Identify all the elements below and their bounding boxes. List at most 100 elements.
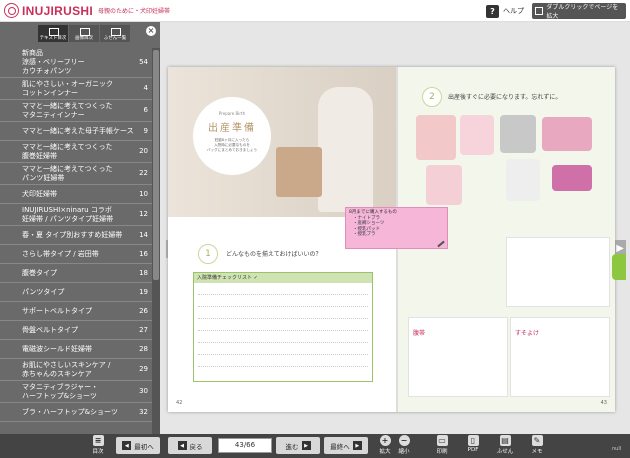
step-number-2: 2: [422, 87, 442, 107]
maternity-clothes-image: [416, 115, 606, 210]
last-label: 最終へ: [330, 442, 350, 451]
sticky-note[interactable]: 8月までに購入するもの ・ナイトブラ ・産褥ショーツ ・授乳パッド ・授乳ブラ: [345, 207, 448, 249]
toc-item-label: 肌にやさしい・オーガニック コットンインナー: [22, 79, 113, 97]
toc-item-page: 9: [143, 126, 148, 135]
sidebar-scrollbar[interactable]: [152, 48, 160, 434]
toc-item[interactable]: 春・夏 タイプ別おすすめ妊婦帯 14: [0, 226, 152, 245]
corner-text: null: [612, 446, 622, 452]
close-sidebar-icon[interactable]: ×: [146, 26, 156, 36]
toc-item[interactable]: さらし帯タイプ / 岩田帯 16: [0, 245, 152, 264]
first-label: 最初へ: [134, 442, 154, 451]
toc-item[interactable]: 犬印妊婦帯 10: [0, 185, 152, 204]
toc-item-label: ママと一緒に考えた母子手帳ケース: [22, 126, 134, 135]
tab-text-toc[interactable]: テキスト目次: [38, 25, 68, 42]
first-page-button[interactable]: ◀ 最初へ: [116, 437, 160, 454]
step-question-2: 出産後すぐに必要になります。忘れずに。: [448, 94, 562, 101]
toc-item-label: INUJIRUSHI×ninaru コラボ 妊婦帯 / パンツタイプ妊婦帯: [22, 205, 114, 223]
forward-arrow-icon: ▶: [301, 441, 311, 450]
first-page-icon: ◀: [122, 441, 132, 450]
checklist-title: 入院準備チェックリスト ✓: [194, 273, 372, 283]
toc-item[interactable]: ブラ・ハーフトップ&ショーツ 32: [0, 403, 152, 422]
product-label-haraobi: 腹帯: [413, 330, 426, 337]
book-viewer: ◀ ▶ Prepare Birth 出産準備 妊娠8ヶ月に入ったら 入院時に必要…: [160, 22, 630, 434]
last-page-button[interactable]: 最終へ ▶: [324, 437, 368, 454]
toc-item-label: さらし帯タイプ / 岩田帯: [22, 249, 99, 258]
toc-button[interactable]: ≡ 目次: [88, 435, 108, 457]
brand-logo: INUJIRUSHI: [4, 3, 93, 18]
toc-item-page: 14: [139, 230, 148, 239]
zoom-in-button[interactable]: + 拡大: [377, 435, 393, 457]
toc-item-page: 27: [139, 325, 148, 334]
sticky-label: ふせん: [496, 449, 514, 455]
memo-button[interactable]: ✎ メモ: [527, 435, 547, 457]
product-label-susoyoke: すそよけ: [515, 330, 540, 337]
toc-list-icon: ≡: [92, 435, 104, 446]
zoom-out-button[interactable]: − 縮小: [396, 435, 412, 457]
sticky-button[interactable]: ▤ ふせん: [493, 435, 517, 457]
pdf-button[interactable]: ▯ PDF: [463, 435, 483, 457]
toc-item[interactable]: サポートベルトタイプ 26: [0, 302, 152, 321]
toc-item[interactable]: 肌にやさしい・オーガニック コットンインナー 4: [0, 78, 152, 100]
toc-item-label: ブラ・ハーフトップ&ショーツ: [22, 407, 118, 416]
circle-description: 妊娠8ヶ月に入ったら 入院時に必要なものを バッグにまとめておきましょう: [206, 138, 258, 152]
checklist-row: [198, 287, 368, 295]
checklist-row: [198, 359, 368, 367]
zoom-out-label: 縮小: [398, 449, 410, 455]
pdf-icon: ▯: [467, 435, 479, 446]
tab-sticky-list[interactable]: ふせん一覧: [100, 25, 130, 42]
zoom-page-icon: [535, 7, 544, 15]
toc-item-label: サポートベルトタイプ: [22, 306, 92, 315]
toc-label: 目次: [92, 449, 104, 455]
tab-image-toc[interactable]: 画像目次: [69, 25, 99, 42]
last-page-icon: ▶: [352, 441, 362, 450]
forward-label: 進む: [285, 442, 299, 451]
toc-item-page: 54: [139, 58, 148, 66]
logo-mark-icon: [4, 3, 19, 18]
checklist-row: [198, 311, 368, 319]
toc-item-label: パンツタイプ: [22, 287, 65, 296]
back-button[interactable]: ◀ 戻る: [168, 437, 212, 454]
toc-item[interactable]: お肌にやさしいスキンケア / 赤ちゃんのスキンケア 29: [0, 359, 152, 381]
toc-item-label: ママと一緒に考えてつくった パンツ妊婦帯: [22, 164, 113, 182]
note-item: ・授乳ブラ: [353, 232, 376, 237]
pink-case-image: [552, 165, 592, 191]
toc-item[interactable]: 新商品 涼感・ベリーフリー カウチォパンツ 54: [0, 48, 152, 78]
scrollbar-thumb[interactable]: [153, 50, 159, 280]
printer-icon: ▭: [436, 435, 448, 446]
pink-skirt-image: [426, 165, 462, 205]
print-button[interactable]: ▭ 印刷: [432, 435, 452, 457]
toc-item[interactable]: ママと一緒に考えた母子手帳ケース 9: [0, 122, 152, 141]
sticky-note-icon: ▤: [499, 435, 511, 446]
toc-item-page: 20: [139, 147, 148, 155]
pink-pajama-image: [416, 115, 456, 160]
toc-item-page: 16: [139, 249, 148, 258]
toc-item[interactable]: 腹巻タイプ 18: [0, 264, 152, 283]
toc-item-label: ママと一緒に考えてつくった 腹巻妊婦帯: [22, 142, 113, 160]
toc-item[interactable]: 電磁波シールド妊婦帯 28: [0, 340, 152, 359]
dblclick-label: ダブルクリックでページを拡大: [546, 4, 619, 20]
toc-item-label: お肌にやさしいスキンケア / 赤ちゃんのスキンケア: [22, 360, 111, 378]
pen-icon[interactable]: [437, 240, 445, 248]
brand-name: INUJIRUSHI: [22, 3, 94, 18]
help-button[interactable]: ? ヘルプ: [486, 3, 524, 19]
memo-pen-icon: ✎: [531, 435, 543, 446]
toc-item[interactable]: ママと一緒に考えてつくった マタニティインナー 6: [0, 100, 152, 122]
green-side-tab[interactable]: [612, 254, 626, 280]
toc-item[interactable]: INUJIRUSHI×ninaru コラボ 妊婦帯 / パンツタイプ妊婦帯 12: [0, 204, 152, 226]
toc-item[interactable]: マタニティブラジャー・ ハーフトップ&ショーツ 30: [0, 381, 152, 403]
help-label: ヘルプ: [503, 7, 524, 15]
toc-item-page: 18: [139, 268, 148, 277]
forward-button[interactable]: 進む ▶: [276, 437, 320, 454]
toc-item-page: 29: [139, 365, 148, 373]
toc-item[interactable]: 骨盤ベルトタイプ 27: [0, 321, 152, 340]
checklist-row: [198, 299, 368, 307]
toc-item[interactable]: ママと一緒に考えてつくった 腹巻妊婦帯 20: [0, 141, 152, 163]
dblclick-zoom-hint-button[interactable]: ダブルクリックでページを拡大: [532, 3, 626, 20]
hospital-checklist: 入院準備チェックリスト ✓: [193, 272, 373, 382]
page-number-input[interactable]: 43/66: [218, 438, 272, 453]
toc-item[interactable]: パンツタイプ 19: [0, 283, 152, 302]
toc-item[interactable]: ママと一緒に考えてつくった パンツ妊婦帯 22: [0, 163, 152, 185]
memo-label: メモ: [531, 449, 543, 455]
toc-list: 新商品 涼感・ベリーフリー カウチォパンツ 54 肌にやさしい・オーガニック コット…: [0, 48, 152, 422]
step-number-1: 1: [198, 244, 218, 264]
